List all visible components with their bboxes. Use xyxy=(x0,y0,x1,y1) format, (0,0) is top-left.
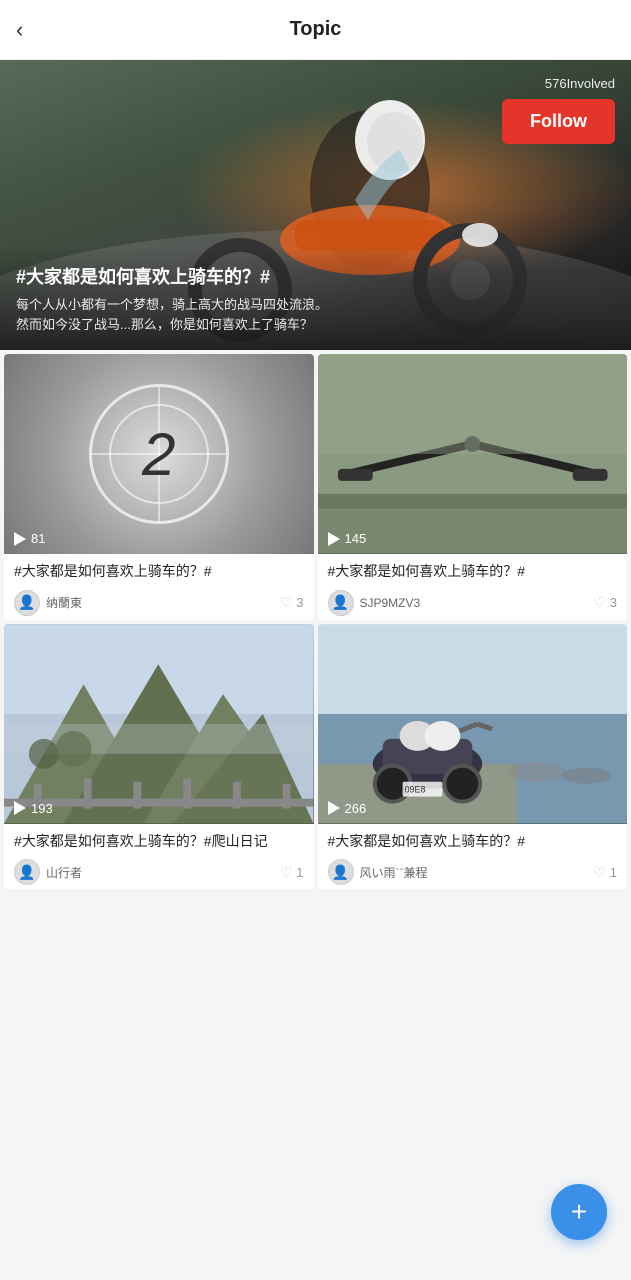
username: 山行者 xyxy=(46,864,82,881)
like-count: 1 xyxy=(296,865,303,880)
header: ‹ Topic xyxy=(0,0,631,60)
card-info: #大家都是如何喜欢上骑车的？# 👤 纳蘭東 ♡ 3 xyxy=(4,554,314,620)
banner-involved: 576Involved xyxy=(545,76,615,91)
card-item[interactable]: 145 #大家都是如何喜欢上骑车的？# 👤 SJP9MZV3 ♡ 3 xyxy=(318,354,628,620)
card-user-row: 👤 SJP9MZV3 ♡ 3 xyxy=(328,590,618,616)
avatar: 👤 xyxy=(14,590,40,616)
mountain-thumbnail-svg xyxy=(4,624,314,824)
card-info: #大家都是如何喜欢上骑车的？# 👤 风い雨``兼程 ♡ 1 xyxy=(318,824,628,890)
play-overlay: 193 xyxy=(14,801,53,816)
card-thumbnail: 145 xyxy=(318,354,628,554)
card-title: #大家都是如何喜欢上骑车的？# xyxy=(328,832,618,852)
username: 风い雨``兼程 xyxy=(360,864,428,881)
banner-meta: 576Involved Follow xyxy=(502,76,615,144)
heart-icon: ♡ xyxy=(593,594,606,611)
banner-hashtag: #大家都是如何喜欢上骑车的？# xyxy=(16,263,615,289)
username: 纳蘭東 xyxy=(46,594,82,611)
card-user-row: 👤 纳蘭東 ♡ 3 xyxy=(14,590,304,616)
banner-overlay: #大家都是如何喜欢上骑车的？# 每个人从小都有一个梦想，骑上高大的战马四处流浪。… xyxy=(0,247,631,350)
like-row[interactable]: ♡ 1 xyxy=(280,864,304,881)
play-overlay: 81 xyxy=(14,531,45,546)
play-triangle-icon xyxy=(14,532,26,546)
play-triangle-icon xyxy=(14,801,26,815)
bike-thumbnail-svg xyxy=(318,354,628,554)
username: SJP9MZV3 xyxy=(360,596,421,610)
film-number: 2 xyxy=(142,420,175,489)
avatar: 👤 xyxy=(328,859,354,885)
add-button[interactable]: + xyxy=(551,1184,607,1240)
card-title: #大家都是如何喜欢上骑车的？# xyxy=(14,562,304,582)
svg-text:09E8: 09E8 xyxy=(404,784,425,794)
heart-icon: ♡ xyxy=(593,864,606,881)
user-icon: 👤 xyxy=(332,864,349,881)
like-row[interactable]: ♡ 3 xyxy=(280,594,304,611)
card-user-row: 👤 风い雨``兼程 ♡ 1 xyxy=(328,859,618,885)
card-title: #大家都是如何喜欢上骑车的？#爬山日记 xyxy=(14,832,304,852)
card-user: 👤 风い雨``兼程 xyxy=(328,859,428,885)
like-count: 3 xyxy=(610,595,617,610)
scooter-thumbnail-svg: 09E8 xyxy=(318,624,628,824)
card-thumbnail: 09E8 266 xyxy=(318,624,628,824)
card-title: #大家都是如何喜欢上骑车的？# xyxy=(328,562,618,582)
like-count: 1 xyxy=(610,865,617,880)
play-triangle-icon xyxy=(328,801,340,815)
card-thumbnail: 2 81 xyxy=(4,354,314,554)
banner: #大家都是如何喜欢上骑车的？# 每个人从小都有一个梦想，骑上高大的战马四处流浪。… xyxy=(0,60,631,350)
avatar: 👤 xyxy=(14,859,40,885)
play-overlay: 266 xyxy=(328,801,367,816)
user-icon: 👤 xyxy=(18,594,35,611)
card-info: #大家都是如何喜欢上骑车的？#爬山日记 👤 山行者 ♡ 1 xyxy=(4,824,314,890)
card-item[interactable]: 2 81 #大家都是如何喜欢上骑车的？# 👤 纳蘭東 ♡ 3 xyxy=(4,354,314,620)
play-triangle-icon xyxy=(328,532,340,546)
heart-icon: ♡ xyxy=(280,864,293,881)
card-item[interactable]: 193 #大家都是如何喜欢上骑车的？#爬山日记 👤 山行者 ♡ 1 xyxy=(4,624,314,890)
card-user: 👤 SJP9MZV3 xyxy=(328,590,421,616)
like-count: 3 xyxy=(296,595,303,610)
card-thumbnail: 193 xyxy=(4,624,314,824)
card-grid: 2 81 #大家都是如何喜欢上骑车的？# 👤 纳蘭東 ♡ 3 xyxy=(0,350,631,893)
card-user: 👤 纳蘭東 xyxy=(14,590,82,616)
card-user: 👤 山行者 xyxy=(14,859,82,885)
back-button[interactable]: ‹ xyxy=(16,17,23,43)
play-overlay: 145 xyxy=(328,531,367,546)
card-info: #大家都是如何喜欢上骑车的？# 👤 SJP9MZV3 ♡ 3 xyxy=(318,554,628,620)
play-count: 266 xyxy=(345,801,367,816)
card-item[interactable]: 09E8 266 #大家都是如何喜欢上骑车的？# 👤 风い雨``兼程 xyxy=(318,624,628,890)
avatar: 👤 xyxy=(328,590,354,616)
card-user-row: 👤 山行者 ♡ 1 xyxy=(14,859,304,885)
user-icon: 👤 xyxy=(18,864,35,881)
like-row[interactable]: ♡ 1 xyxy=(593,864,617,881)
film-outer-circle: 2 xyxy=(89,384,229,524)
follow-button[interactable]: Follow xyxy=(502,99,615,144)
play-count: 193 xyxy=(31,801,53,816)
page-title: Topic xyxy=(290,18,342,41)
user-icon: 👤 xyxy=(332,594,349,611)
like-row[interactable]: ♡ 3 xyxy=(593,594,617,611)
play-count: 81 xyxy=(31,531,45,546)
play-count: 145 xyxy=(345,531,367,546)
banner-description: 每个人从小都有一个梦想，骑上高大的战马四处流浪。然而如今没了战马...那么，你是… xyxy=(16,295,336,334)
heart-icon: ♡ xyxy=(280,594,293,611)
